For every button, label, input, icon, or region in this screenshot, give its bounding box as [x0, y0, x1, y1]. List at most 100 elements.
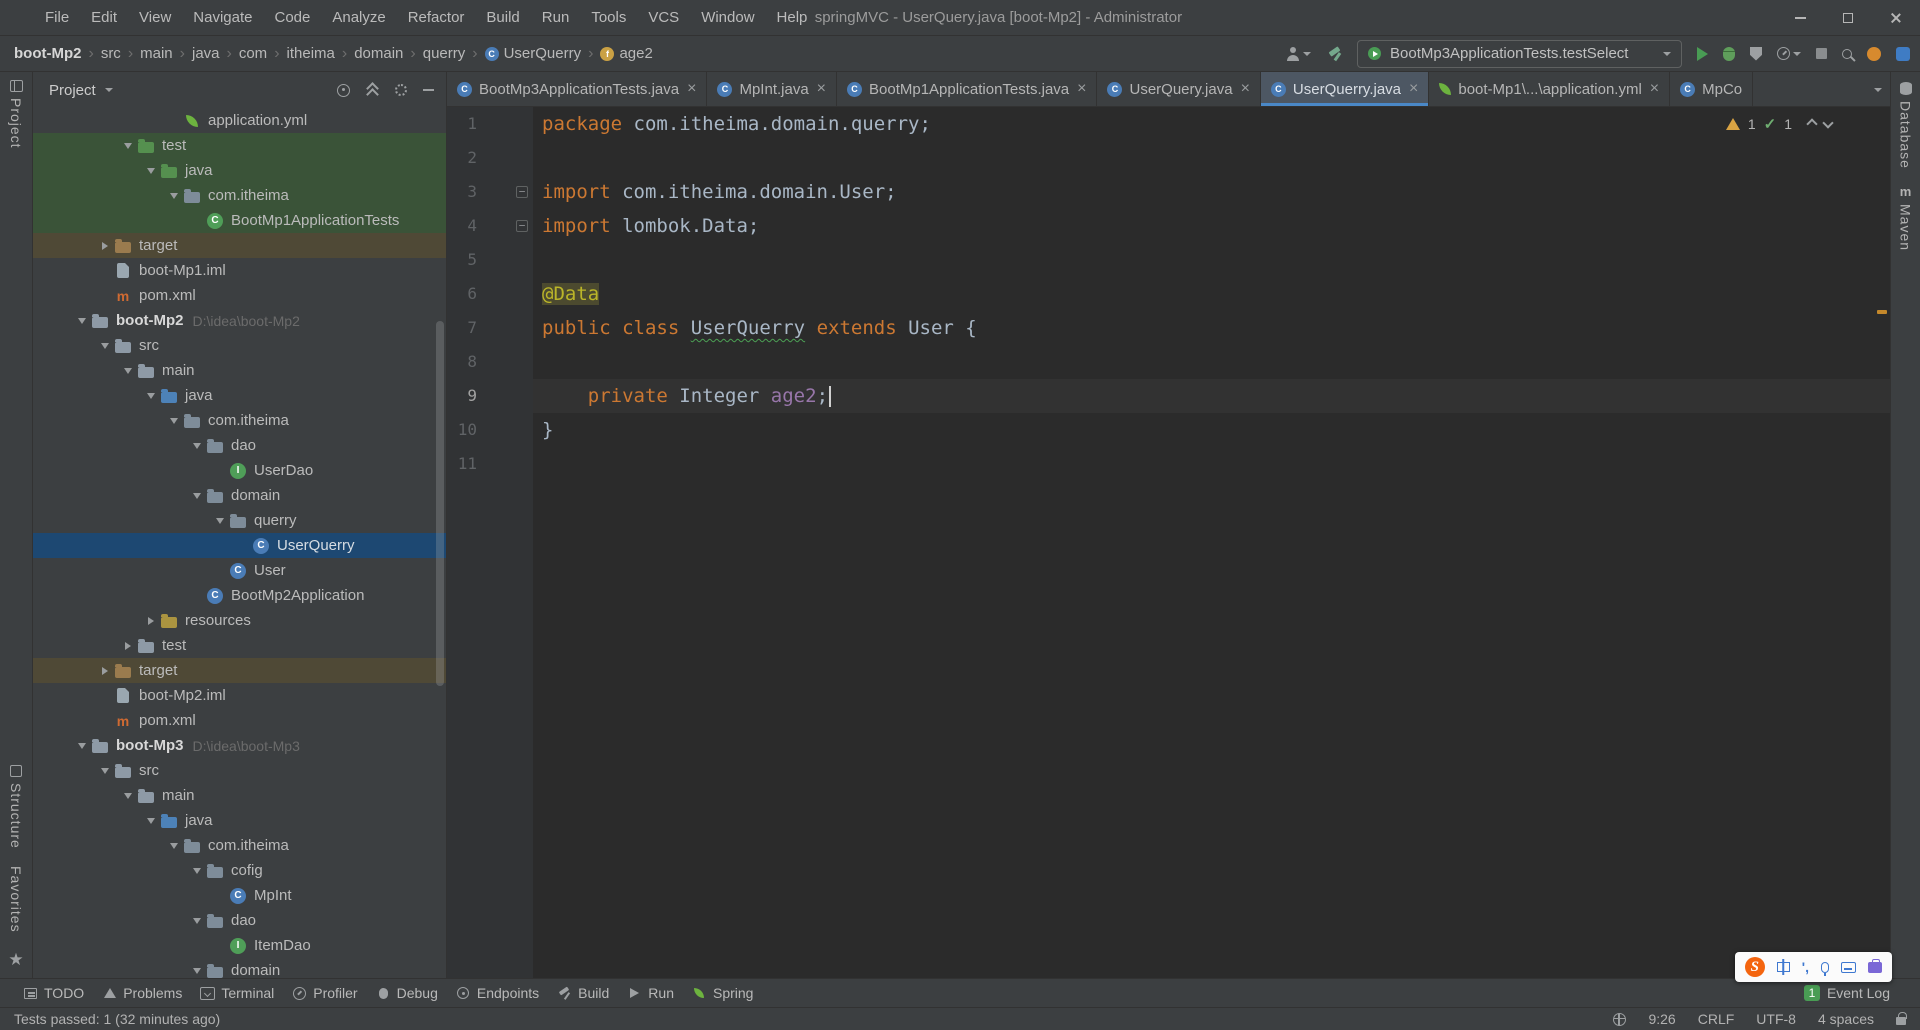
tree-item-user[interactable]: User: [33, 558, 446, 583]
tab-close-icon[interactable]: [817, 81, 826, 97]
line-number[interactable]: 7: [447, 311, 533, 345]
line-number[interactable]: 6: [447, 277, 533, 311]
tab-close-icon[interactable]: [1077, 81, 1086, 97]
menu-analyze[interactable]: Analyze: [321, 0, 396, 35]
tree-item-target[interactable]: target: [33, 233, 446, 258]
line-separator[interactable]: CRLF: [1698, 1011, 1735, 1027]
toolwindow-terminal[interactable]: Terminal: [191, 979, 283, 1007]
run-configuration-selector[interactable]: BootMp3ApplicationTests.testSelect: [1357, 39, 1682, 68]
code-area[interactable]: 1 package com.itheima.domain.querry; 23 imp…: [447, 107, 1890, 978]
chevron-expanded-icon[interactable]: [119, 143, 136, 149]
gear-icon[interactable]: [395, 84, 407, 96]
tree-item-resources[interactable]: resources: [33, 608, 446, 633]
line-number[interactable]: 2: [447, 141, 533, 175]
tab-close-icon[interactable]: [1409, 81, 1418, 97]
tab-bootmp3applicationtests-java[interactable]: BootMp3ApplicationTests.java: [447, 72, 708, 106]
run-button[interactable]: [1697, 46, 1708, 61]
fold-icon[interactable]: [516, 220, 528, 232]
code-line-5[interactable]: 5: [447, 243, 1890, 277]
menu-help[interactable]: Help: [766, 0, 819, 35]
tree-item-com-itheima[interactable]: com.itheima: [33, 833, 446, 858]
chevron-expanded-icon[interactable]: [142, 818, 159, 824]
build-project-button[interactable]: [1326, 46, 1342, 61]
tab-close-icon[interactable]: [687, 81, 696, 97]
tree-item-java[interactable]: java: [33, 383, 446, 408]
chevron-expanded-icon[interactable]: [165, 193, 182, 199]
tree-item-pom-xml[interactable]: pom.xml: [33, 708, 446, 733]
menu-vcs[interactable]: VCS: [637, 0, 690, 35]
chevron-collapsed-icon[interactable]: [142, 617, 159, 625]
breadcrumb-item-java[interactable]: java: [192, 45, 220, 62]
menu-code[interactable]: Code: [263, 0, 321, 35]
chevron-expanded-icon[interactable]: [119, 368, 136, 374]
code-line-9[interactable]: 9 private Integer age2;: [447, 379, 1890, 413]
warning-count[interactable]: 1: [1748, 116, 1756, 132]
menu-edit[interactable]: Edit: [80, 0, 128, 35]
tree-item-main[interactable]: main: [33, 783, 446, 808]
tree-item-mpint[interactable]: MpInt: [33, 883, 446, 908]
breadcrumb-item-com[interactable]: com: [239, 45, 267, 62]
tree-item-test[interactable]: test: [33, 133, 446, 158]
line-number[interactable]: 10: [447, 413, 533, 447]
indent-style[interactable]: 4 spaces: [1818, 1011, 1874, 1027]
search-everywhere-button[interactable]: [1842, 48, 1852, 59]
chevron-collapsed-icon[interactable]: [119, 642, 136, 650]
caret-position[interactable]: 9:26: [1648, 1011, 1675, 1027]
breadcrumb-item-itheima[interactable]: itheima: [287, 45, 335, 62]
chevron-down-icon[interactable]: [104, 88, 113, 92]
hidden-tabs-button[interactable]: [1871, 72, 1882, 107]
tab-close-icon[interactable]: [1650, 81, 1659, 97]
toolwindow-spring[interactable]: Spring: [683, 979, 762, 1007]
tab-userquery-java[interactable]: UserQuery.java: [1097, 72, 1261, 106]
menu-view[interactable]: View: [128, 0, 182, 35]
passed-count[interactable]: 1: [1784, 116, 1792, 132]
breadcrumb-item-domain[interactable]: domain: [354, 45, 403, 62]
maximize-button[interactable]: [1824, 0, 1872, 36]
profiler-button[interactable]: [1777, 47, 1801, 60]
chevron-expanded-icon[interactable]: [142, 168, 159, 174]
tree-scrollbar[interactable]: [436, 321, 444, 686]
prev-problem-icon[interactable]: [1806, 118, 1818, 130]
tree-item-dao[interactable]: dao: [33, 908, 446, 933]
toolwindow-build[interactable]: Build: [548, 979, 618, 1007]
tree-item-boot-mp1-iml[interactable]: boot-Mp1.iml: [33, 258, 446, 283]
menu-build[interactable]: Build: [475, 0, 530, 35]
chevron-expanded-icon[interactable]: [188, 443, 205, 449]
chevron-expanded-icon[interactable]: [165, 843, 182, 849]
panel-title[interactable]: Project: [49, 82, 96, 99]
tree-item-bootmp2application[interactable]: BootMp2Application: [33, 583, 446, 608]
toolbox-icon[interactable]: [1868, 958, 1882, 973]
code-line-6[interactable]: 6 @Data: [447, 277, 1890, 311]
plugin-button[interactable]: [1896, 46, 1910, 61]
menu-navigate[interactable]: Navigate: [182, 0, 263, 35]
code-line-11[interactable]: 11: [447, 447, 1890, 481]
tab-userquerry-java[interactable]: UserQuerry.java: [1260, 72, 1430, 106]
tree-item-src[interactable]: src: [33, 333, 446, 358]
tree-item-querry[interactable]: querry: [33, 508, 446, 533]
collapse-all-icon[interactable]: [366, 84, 379, 97]
toolwindow-debug[interactable]: Debug: [367, 979, 447, 1007]
chevron-expanded-icon[interactable]: [165, 418, 182, 424]
hide-panel-icon[interactable]: [423, 89, 434, 91]
tab-mpint-java[interactable]: MpInt.java: [707, 72, 838, 106]
tree-item-pom-xml[interactable]: pom.xml: [33, 283, 446, 308]
chevron-expanded-icon[interactable]: [96, 768, 113, 774]
chevron-expanded-icon[interactable]: [96, 343, 113, 349]
locate-file-icon[interactable]: [337, 83, 350, 97]
code-line-7[interactable]: 7 public class UserQuerry extends User {: [447, 311, 1890, 345]
toolwindow-endpoints[interactable]: Endpoints: [447, 979, 548, 1007]
line-number[interactable]: 3: [447, 175, 533, 209]
chinese-mode-icon[interactable]: [1776, 962, 1790, 972]
keyboard-icon[interactable]: [1841, 961, 1856, 973]
chevron-expanded-icon[interactable]: [188, 493, 205, 499]
code-line-3[interactable]: 3 import com.itheima.domain.User;: [447, 175, 1890, 209]
chevron-expanded-icon[interactable]: [142, 393, 159, 399]
tree-item-target[interactable]: target: [33, 658, 446, 683]
vcs-users-button[interactable]: [1285, 46, 1311, 61]
chevron-expanded-icon[interactable]: [211, 518, 228, 524]
stop-button[interactable]: [1816, 48, 1827, 59]
tab-bootmp1applicationtests-java[interactable]: BootMp1ApplicationTests.java: [837, 72, 1098, 106]
tool-stripe-favorites[interactable]: Favorites: [8, 866, 24, 933]
tree-item-dao[interactable]: dao: [33, 433, 446, 458]
tab-close-icon[interactable]: [1241, 81, 1250, 97]
